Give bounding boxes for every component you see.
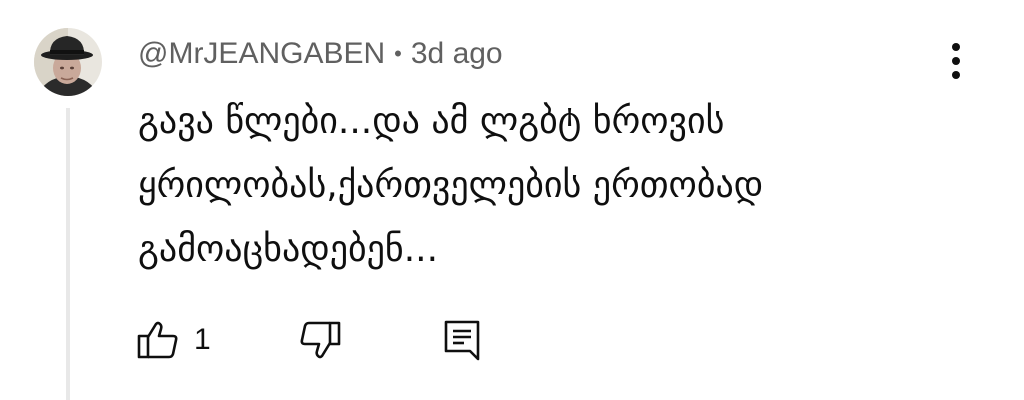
comment-timestamp: 3d ago xyxy=(410,37,503,70)
avatar[interactable] xyxy=(34,28,102,96)
avatar-image xyxy=(34,28,102,96)
comment-text: გავა წლები...და ამ ლგბტ ხროვის ყრილობას,… xyxy=(138,101,764,270)
author-name[interactable]: @MrJEANGABEN xyxy=(138,37,385,71)
comment-header: @MrJEANGABEN • 3d ago xyxy=(138,34,503,74)
meta-separator: • xyxy=(394,41,402,66)
reply-comment-icon xyxy=(444,320,480,361)
reply-thread-line xyxy=(66,108,70,400)
dislike-button[interactable] xyxy=(298,318,342,362)
like-button[interactable]: 1 xyxy=(136,318,211,362)
like-count: 1 xyxy=(194,323,211,356)
reply-button[interactable] xyxy=(442,318,482,362)
thumb-up-icon xyxy=(137,321,178,359)
more-vert-icon xyxy=(952,43,960,79)
comment-menu-button[interactable] xyxy=(936,38,976,84)
thumb-down-icon xyxy=(300,321,341,359)
comment-item: @MrJEANGABEN • 3d ago გავა წლები...და ამ… xyxy=(0,0,1024,400)
